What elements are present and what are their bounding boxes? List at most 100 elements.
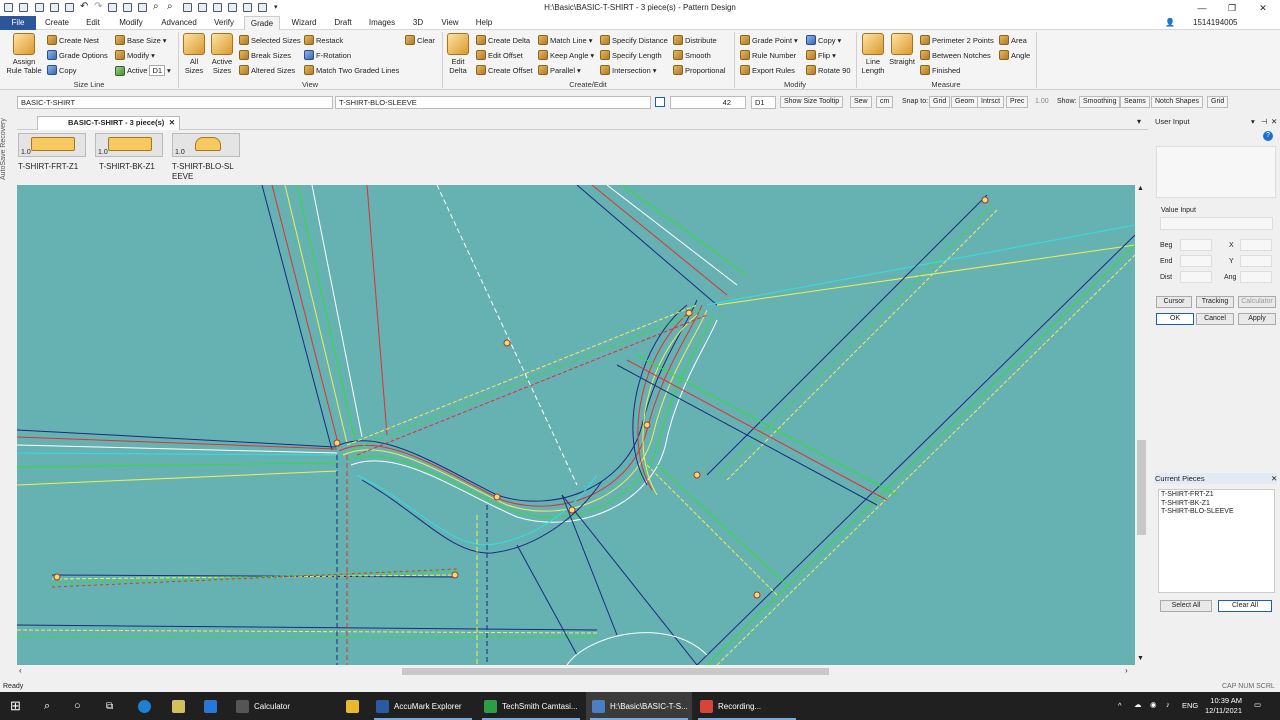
active-sizes-button[interactable]: Active Sizes (208, 33, 236, 75)
precision-value[interactable]: 1.00 (1035, 98, 1049, 105)
taskbar-recording[interactable]: Recording... (694, 692, 800, 720)
show-grid-button[interactable]: Grid (1207, 96, 1229, 108)
list-item[interactable]: T-SHIRT-BK-Z1 (1161, 500, 1272, 509)
cursor-mode-button[interactable]: Cursor (1156, 296, 1192, 308)
close-panel-icon[interactable]: ✕ (1271, 473, 1277, 484)
area-button[interactable]: Area (999, 35, 1027, 45)
menu-create[interactable]: Create (38, 16, 76, 30)
language-indicator[interactable]: ENG (1182, 701, 1198, 710)
menu-wizard[interactable]: Wizard (284, 16, 324, 30)
edit-delta-button[interactable]: Edit Delta (446, 33, 470, 75)
create-nest-button[interactable]: Create Nest (47, 35, 99, 45)
show-seams-button[interactable]: Seams (1120, 96, 1150, 108)
y-field[interactable] (1240, 255, 1272, 267)
ok-button[interactable]: OK (1156, 313, 1194, 325)
start-icon[interactable]: ⊞ (4, 692, 36, 720)
menu-grade[interactable]: Grade (244, 16, 280, 30)
menu-view[interactable]: View (434, 16, 466, 30)
menu-draft[interactable]: Draft (326, 16, 360, 30)
specify-distance-button[interactable]: Specify Distance (600, 35, 668, 45)
altered-sizes-button[interactable]: Altered Sizes (239, 65, 295, 75)
minimize-icon[interactable]: — (1187, 0, 1217, 16)
menu-3d[interactable]: 3D (404, 16, 432, 30)
network-icon[interactable]: ☁ (1134, 700, 1142, 709)
scroll-down-icon[interactable]: ▼ (1137, 655, 1144, 662)
flip-button[interactable]: Flip ▾ (806, 50, 836, 60)
piece-field[interactable]: T-SHIRT-BLO-SLEEVE (335, 96, 651, 109)
wifi-icon[interactable]: ◉ (1150, 700, 1157, 709)
edit-offset-button[interactable]: Edit Offset (476, 50, 523, 60)
distribute-button[interactable]: Distribute (673, 35, 717, 45)
angle-button[interactable]: Angle (999, 50, 1030, 60)
show-smoothing-button[interactable]: Smoothing (1079, 96, 1121, 108)
tracking-mode-button[interactable]: Tracking (1196, 296, 1234, 308)
intersection-button[interactable]: Intersection ▾ (600, 65, 657, 75)
x-field[interactable] (1240, 239, 1272, 251)
snap-intrsct-button[interactable]: Intrsct (977, 96, 1005, 108)
sew-button[interactable]: Sew (850, 96, 872, 108)
dock-icon[interactable]: ⊣ (1261, 116, 1268, 127)
user-icon[interactable]: 👤 (1165, 18, 1175, 27)
all-sizes-button[interactable]: All Sizes (182, 33, 206, 75)
app-icon[interactable] (198, 692, 226, 720)
size-value-field[interactable]: 42 (670, 96, 746, 109)
pattern-canvas[interactable] (17, 185, 1135, 665)
tab-dropdown-icon[interactable]: ▾ (1137, 117, 1141, 126)
piece-name-field[interactable]: BASIC-T-SHIRT (17, 96, 333, 109)
end-field[interactable] (1180, 255, 1212, 267)
close-panel-icon[interactable]: ✕ (1271, 116, 1277, 127)
current-pieces-list[interactable]: T-SHIRT-FRT-Z1 T-SHIRT-BK-Z1 T-SHIRT-BLO… (1158, 489, 1275, 593)
list-item[interactable]: T-SHIRT-BLO-SLEEVE (1161, 508, 1272, 517)
task-view-icon[interactable]: ⧉ (100, 692, 128, 720)
rotate-90-button[interactable]: Rotate 90 (806, 65, 851, 75)
match-line-button[interactable]: Match Line ▾ (538, 35, 592, 45)
selected-sizes-button[interactable]: Selected Sizes (239, 35, 301, 45)
keep-angle-button[interactable]: Keep Angle ▾ (538, 50, 594, 60)
value-input-field[interactable] (1160, 217, 1273, 230)
parallel-button[interactable]: Parallel ▾ (538, 65, 581, 75)
taskbar-camtasia[interactable]: TechSmith Camtasi... (478, 692, 584, 720)
list-item[interactable]: T-SHIRT-FRT-Z1 (1161, 491, 1272, 500)
show-notch-shapes-button[interactable]: Notch Shapes (1151, 96, 1203, 108)
piece-thumbnail[interactable]: 1.0 (18, 133, 86, 157)
menu-modify[interactable]: Modify (110, 16, 152, 30)
menu-file[interactable]: File (0, 16, 36, 30)
clear-button[interactable]: Clear (405, 35, 435, 45)
line-length-button[interactable]: Line Length (860, 33, 886, 75)
between-notches-button[interactable]: Between Notches (920, 50, 991, 60)
perimeter-2-points-button[interactable]: Perimeter 2 Points (920, 35, 994, 45)
edge-icon[interactable] (132, 692, 160, 720)
proportional-button[interactable]: Proportional (673, 65, 725, 75)
break-sizes-button[interactable]: Break Sizes (239, 50, 291, 60)
export-rules-button[interactable]: Export Rules (740, 65, 795, 75)
menu-advanced[interactable]: Advanced (154, 16, 204, 30)
grade-options-button[interactable]: Grade Options (47, 50, 108, 60)
menu-images[interactable]: Images (362, 16, 402, 30)
f-rotation-button[interactable]: F-Rotation (304, 50, 351, 60)
match-two-graded-lines-button[interactable]: Match Two Graded Lines (304, 65, 399, 75)
restore-icon[interactable]: ❐ (1217, 0, 1247, 16)
tray-chevron-icon[interactable]: ^ (1118, 701, 1122, 710)
finished-button[interactable]: Finished (920, 65, 960, 75)
clock-time[interactable]: 10:39 AM (1200, 696, 1242, 705)
grade-point-button[interactable]: Grade Point ▾ (740, 35, 798, 45)
document-tab[interactable]: BASIC-T-SHIRT - 3 piece(s) ✕ (37, 116, 180, 130)
taskbar-calculator[interactable]: Calculator (230, 692, 338, 720)
autosave-recovery-tab[interactable]: AutoSave Recovery (0, 95, 12, 180)
piece-thumbnail[interactable]: 1.0 (172, 133, 240, 157)
ang-field[interactable] (1240, 271, 1272, 283)
search-icon[interactable]: ⌕ (38, 692, 66, 720)
straight-button[interactable]: Straight (888, 33, 916, 66)
volume-icon[interactable]: ♪ (1166, 700, 1170, 709)
beg-field[interactable] (1180, 239, 1212, 251)
assign-rule-table-button[interactable]: Assign Rule Table (5, 33, 43, 75)
close-icon[interactable]: ✕ (1248, 0, 1278, 16)
clock-date[interactable]: 12/11/2021 (1200, 706, 1242, 715)
scroll-left-icon[interactable]: ‹ (19, 666, 22, 675)
smooth-button[interactable]: Smooth (673, 50, 711, 60)
app-icon[interactable] (166, 692, 194, 720)
taskbar-accumark-explorer[interactable]: AccuMark Explorer (370, 692, 476, 720)
snap-geom-button[interactable]: Geom (951, 96, 979, 108)
scroll-up-icon[interactable]: ▲ (1137, 185, 1144, 192)
piece-picker-icon[interactable] (655, 97, 665, 107)
